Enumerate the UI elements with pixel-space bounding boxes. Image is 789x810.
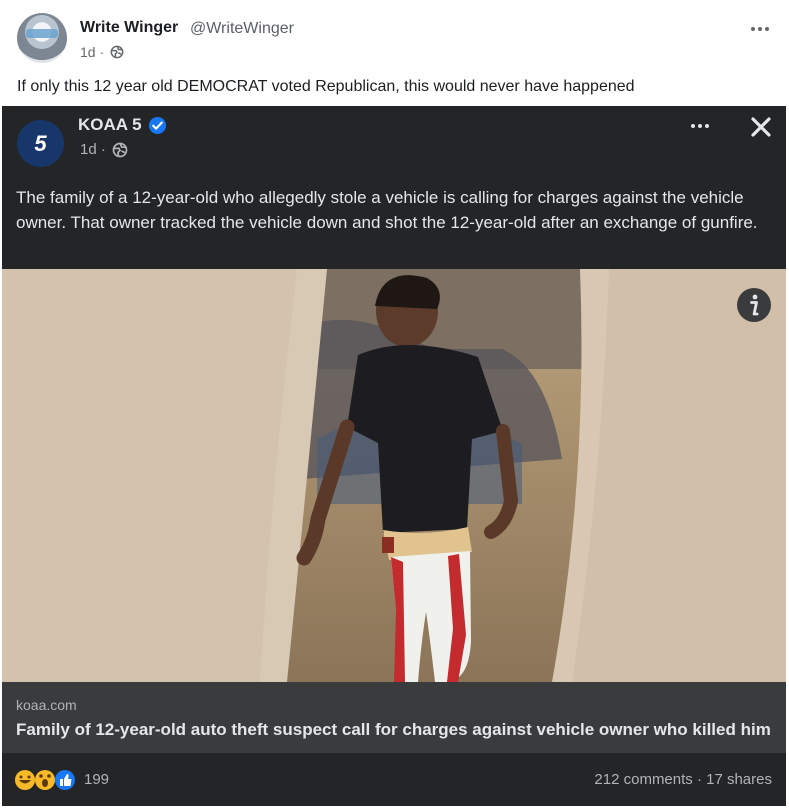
info-icon[interactable] <box>736 287 772 323</box>
reaction-count[interactable]: 199 <box>84 771 109 788</box>
link-domain: koaa.com <box>16 697 77 713</box>
post-text: If only this 12 year old DEMOCRAT voted … <box>17 78 635 95</box>
author-handle[interactable]: @WriteWinger <box>190 20 294 38</box>
author-name[interactable]: Write Winger <box>80 19 178 37</box>
koaa-logo[interactable]: 5 <box>17 120 64 167</box>
reaction-bar: 199 212 comments · 17 shares <box>2 753 786 806</box>
reaction-icons[interactable] <box>14 769 82 791</box>
embedded-post-text: The family of a 12-year-old who allegedl… <box>16 188 758 232</box>
globe-icon <box>110 45 124 59</box>
globe-icon <box>112 142 128 158</box>
more-options-icon[interactable] <box>688 116 712 136</box>
verified-badge-icon <box>148 116 167 135</box>
close-icon[interactable] <box>746 112 776 142</box>
embedded-page-name[interactable]: KOAA 5 <box>78 115 142 135</box>
more-options-icon[interactable] <box>748 19 772 39</box>
post-header: Write Winger @WriteWinger 1d · <box>0 0 789 74</box>
comments-shares-count[interactable]: 212 comments · 17 shares <box>594 771 772 788</box>
post-timestamp[interactable]: 1d · <box>80 44 104 60</box>
link-title: Family of 12-year-old auto theft suspect… <box>16 720 771 739</box>
news-photo[interactable] <box>2 269 786 682</box>
news-photo-illustration <box>2 269 786 682</box>
embedded-post-screenshot: 5 KOAA 5 1d · The family of a 12-year-ol… <box>2 106 786 806</box>
embedded-timestamp[interactable]: 1d · <box>80 141 106 158</box>
author-avatar[interactable] <box>17 13 67 63</box>
link-preview-card[interactable]: koaa.com Family of 12-year-old auto thef… <box>2 682 786 753</box>
